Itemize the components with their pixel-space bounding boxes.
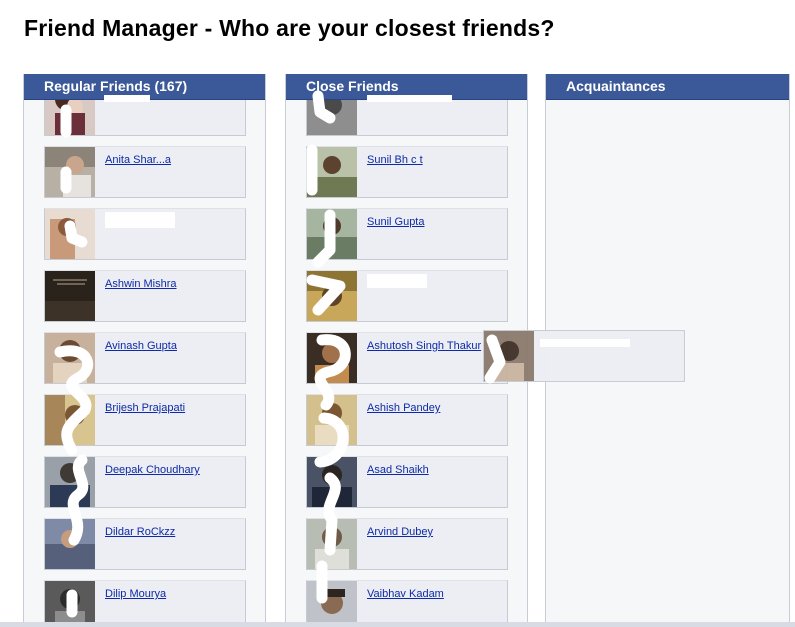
redaction-scribbles: [54, 90, 630, 618]
bottom-scroll-edge: [0, 622, 795, 627]
